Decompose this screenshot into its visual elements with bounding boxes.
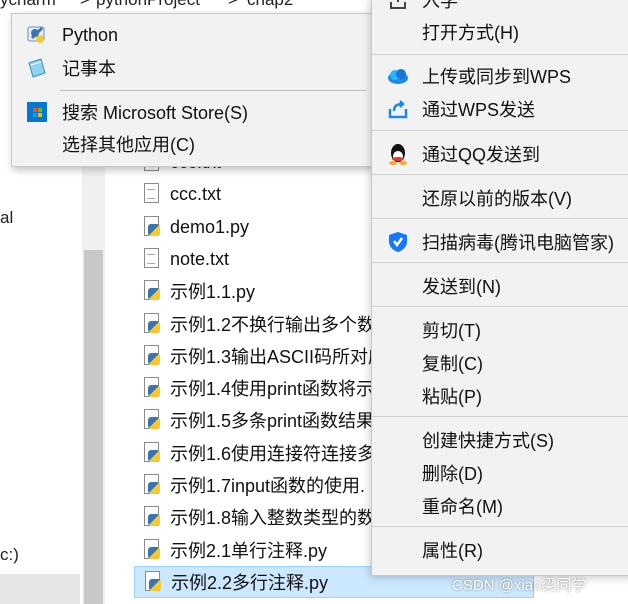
open-with-notepad-label: 记事本 <box>62 59 116 79</box>
breadcrumb-separator: > <box>228 0 238 10</box>
nav-scrollbar-thumb[interactable] <box>84 250 103 604</box>
context-menu: 入学 打开方式(H) 上传或同步到WPS 通过WPS发送 通过QQ发送到 还原以… <box>371 0 628 576</box>
file-name: ccc.txt <box>170 183 222 204</box>
menu-item-delete[interactable]: 删除(D) <box>372 456 628 489</box>
menu-item-label: 还原以前的版本(V) <box>422 189 572 209</box>
menu-divider <box>372 262 628 263</box>
wps-share-icon <box>386 97 410 121</box>
breadcrumb-item[interactable]: pythonProject <box>96 0 200 10</box>
python-file-icon <box>142 280 162 302</box>
python-launcher-icon <box>26 24 48 46</box>
menu-item-virus-scan[interactable]: 扫描病毒(腾讯电脑管家) <box>372 225 628 258</box>
menu-divider <box>372 306 628 307</box>
file-name: 示例1.6使用连接符连接多 <box>170 444 376 464</box>
text-file-icon <box>142 248 162 270</box>
tencent-shield-icon <box>386 230 410 254</box>
file-name: 示例2.2多行注释.py <box>171 573 329 593</box>
text-file-icon <box>142 183 162 205</box>
menu-item-label: 通过QQ发送到 <box>422 145 541 165</box>
menu-item-share[interactable]: 入学 <box>372 0 628 16</box>
file-name: 示例1.7input函数的使用. <box>170 476 366 496</box>
choose-other-app-label: 选择其他应用(C) <box>62 135 195 155</box>
notepad-icon <box>26 57 48 79</box>
menu-item-properties[interactable]: 属性(R) <box>372 533 628 566</box>
menu-divider <box>372 54 628 55</box>
python-file-icon <box>142 216 162 238</box>
python-file-icon <box>142 345 162 367</box>
qq-icon <box>386 142 410 166</box>
choose-other-app[interactable]: 选择其他应用(C) <box>12 128 372 160</box>
breadcrumb-separator: > <box>80 0 90 10</box>
submenu-divider <box>60 90 366 91</box>
wps-cloud-icon <box>386 64 410 88</box>
python-file-icon <box>142 377 162 399</box>
open-with-notepad[interactable]: 记事本 <box>12 52 372 84</box>
open-with-submenu: Python 记事本 搜索 Microsoft Store(S) 选择其他应用(… <box>11 13 373 167</box>
share-icon <box>386 0 410 12</box>
file-name: 示例1.2不换行输出多个数 <box>170 315 376 335</box>
menu-item-label: 打开方式(H) <box>422 23 519 43</box>
file-name: 示例1.1.py <box>170 282 256 302</box>
menu-item-label: 扫描病毒(腾讯电脑管家) <box>422 233 614 253</box>
menu-item-label: 粘贴(P) <box>422 387 482 407</box>
file-name: 示例1.8输入整数类型的数 <box>170 508 376 528</box>
menu-item-wps-send[interactable]: 通过WPS发送 <box>372 92 628 125</box>
nav-item[interactable]: al <box>0 208 13 228</box>
menu-item-create-shortcut[interactable]: 创建快捷方式(S) <box>372 423 628 456</box>
file-name: 示例1.4使用print函数将示 <box>170 379 375 399</box>
menu-item-label: 入学 <box>422 0 458 11</box>
menu-item-label: 剪切(T) <box>422 321 481 341</box>
python-file-icon <box>142 539 162 561</box>
menu-divider <box>372 526 628 527</box>
menu-item-label: 删除(D) <box>422 464 483 484</box>
search-microsoft-store[interactable]: 搜索 Microsoft Store(S) <box>12 96 372 128</box>
breadcrumb-item[interactable]: chap2 <box>247 0 293 10</box>
file-name: 示例2.1单行注释.py <box>170 541 328 561</box>
nav-item[interactable]: c:) <box>0 545 19 565</box>
python-file-icon <box>142 313 162 335</box>
menu-item-label: 创建快捷方式(S) <box>422 431 554 451</box>
menu-item-paste[interactable]: 粘贴(P) <box>372 379 628 412</box>
menu-divider <box>372 130 628 131</box>
menu-item-restore-versions[interactable]: 还原以前的版本(V) <box>372 181 628 214</box>
open-with-python[interactable]: Python <box>12 19 372 51</box>
watermark: CSDN @xiao梁同学 <box>452 577 587 594</box>
menu-divider <box>372 416 628 417</box>
breadcrumb-item[interactable]: ycharm <box>0 0 56 10</box>
menu-item-label: 发送到(N) <box>422 277 501 297</box>
menu-item-send-to[interactable]: 发送到(N) <box>372 269 628 302</box>
menu-item-wps-upload[interactable]: 上传或同步到WPS <box>372 59 628 92</box>
python-file-icon <box>142 506 162 528</box>
menu-item-label: 上传或同步到WPS <box>422 67 572 87</box>
menu-item-copy[interactable]: 复制(C) <box>372 346 628 379</box>
menu-item-qq-send[interactable]: 通过QQ发送到 <box>372 137 628 170</box>
menu-item-label: 通过WPS发送 <box>422 100 536 120</box>
menu-item-label: 复制(C) <box>422 354 483 374</box>
python-file-icon <box>142 442 162 464</box>
file-name: note.txt <box>170 248 230 269</box>
file-name: demo1.py <box>170 216 250 237</box>
python-file-icon <box>142 474 162 496</box>
nav-selected-highlight <box>0 574 80 604</box>
search-microsoft-store-label: 搜索 Microsoft Store(S) <box>62 103 249 123</box>
file-name: 示例1.5多条print函数结果 <box>170 411 375 431</box>
file-name: 示例1.3输出ASCII码所对应 <box>170 347 387 367</box>
microsoft-store-icon <box>26 101 48 123</box>
python-file-icon <box>143 571 163 593</box>
menu-item-open-with[interactable]: 打开方式(H) <box>372 15 628 48</box>
python-file-icon <box>142 409 162 431</box>
open-with-python-label: Python <box>62 24 119 45</box>
menu-divider <box>372 218 628 219</box>
menu-divider <box>372 174 628 175</box>
menu-item-cut[interactable]: 剪切(T) <box>372 313 628 346</box>
menu-item-label: 属性(R) <box>422 541 483 561</box>
menu-item-label: 重命名(M) <box>422 497 503 517</box>
menu-item-rename[interactable]: 重命名(M) <box>372 489 628 522</box>
